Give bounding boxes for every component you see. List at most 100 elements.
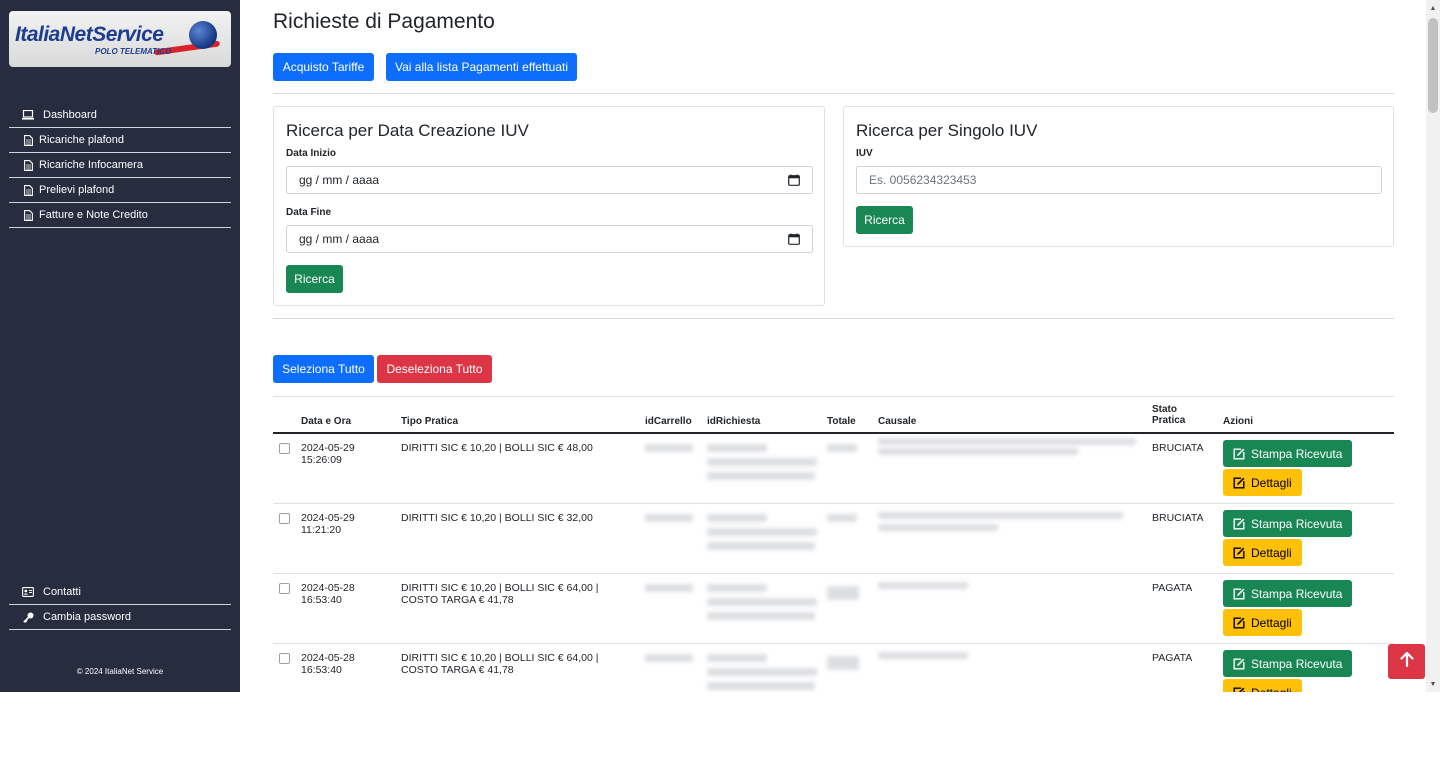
redacted-total	[827, 514, 857, 522]
print-receipt-label: Stampa Ricevuta	[1251, 656, 1343, 671]
table-row: 2024-05-28 16:53:40 DIRITTI SIC € 10,20 |…	[273, 644, 1394, 692]
row-datetime: 2024-05-29 15:26:09	[301, 442, 355, 466]
lista-pagamenti-button[interactable]: Vai alla lista Pagamenti effettuati	[386, 53, 577, 81]
app-viewport: ItaliaNetService POLO TELEMATICO Dashboa…	[0, 0, 1440, 692]
brand-tagline: POLO TELEMATICO	[95, 47, 172, 56]
sidebar-item-label: Cambia password	[43, 611, 132, 623]
sidebar-item-fatture[interactable]: Fatture e Note Credito	[9, 203, 231, 228]
header-status-line1: Stato	[1152, 404, 1177, 415]
scroll-down-arrow-icon[interactable]: ▼	[1426, 676, 1440, 692]
print-receipt-button[interactable]: Stampa Ricevuta	[1223, 440, 1353, 467]
iuv-placeholder: Es. 0056234323453	[869, 173, 977, 187]
edit-icon	[1233, 617, 1245, 629]
divider	[273, 93, 1394, 94]
sidebar-item-cambia-password[interactable]: Cambia password	[9, 605, 231, 630]
sidebar-item-dashboard[interactable]: Dashboard	[9, 103, 231, 128]
iuv-search-title: Ricerca per Singolo IUV	[856, 121, 1038, 140]
print-receipt-button[interactable]: Stampa Ricevuta	[1223, 580, 1353, 607]
row-status: BRUCIATA	[1152, 512, 1204, 524]
edit-icon	[1233, 547, 1245, 559]
sidebar-bottom-nav: Contatti Cambia password	[9, 580, 231, 630]
acquisto-tariffe-button[interactable]: Acquisto Tariffe	[273, 53, 374, 81]
iuv-search-card: Ricerca per Singolo IUV IUV Es. 00562343…	[843, 106, 1394, 247]
vertical-scrollbar[interactable]: ▲ ▼	[1426, 0, 1440, 692]
print-receipt-label: Stampa Ricevuta	[1251, 446, 1343, 461]
iuv-label: IUV	[856, 148, 873, 159]
scrollbar-thumb[interactable]	[1428, 18, 1438, 113]
row-checkbox[interactable]	[279, 653, 290, 664]
sidebar-item-label: Ricariche plafond	[39, 134, 124, 146]
laptop-icon	[21, 110, 35, 120]
header-request: idRichiesta	[707, 416, 761, 427]
deselect-all-button[interactable]: Deseleziona Tutto	[377, 355, 492, 383]
row-status: BRUCIATA	[1152, 442, 1204, 454]
row-type: DIRITTI SIC € 10,20 | BOLLI SIC € 48,00	[401, 442, 593, 454]
edit-icon	[1233, 658, 1245, 670]
redacted-request	[707, 444, 767, 452]
details-button[interactable]: Dettagli	[1223, 609, 1302, 636]
calendar-icon[interactable]	[788, 233, 800, 248]
calendar-icon[interactable]	[788, 174, 800, 189]
start-date-input[interactable]: gg / mm / aaaa	[286, 166, 813, 194]
row-datetime: 2024-05-28 16:53:40	[301, 652, 355, 676]
row-datetime: 2024-05-29 11:21:20	[301, 512, 355, 536]
start-date-value: gg / mm / aaaa	[299, 173, 380, 187]
date-search-button[interactable]: Ricerca	[286, 265, 343, 293]
details-button[interactable]: Dettagli	[1223, 539, 1302, 566]
details-button[interactable]: Dettagli	[1223, 679, 1302, 692]
row-type: DIRITTI SIC € 10,20 | BOLLI SIC € 64,00 …	[401, 652, 599, 676]
brand-logo[interactable]: ItaliaNetService POLO TELEMATICO	[9, 11, 231, 67]
header-total: Totale	[827, 416, 856, 427]
document-icon	[21, 159, 35, 171]
details-button[interactable]: Dettagli	[1223, 469, 1302, 496]
end-date-label: Data Fine	[286, 207, 332, 218]
date-search-title: Ricerca per Data Creazione IUV	[286, 121, 529, 140]
sidebar-item-ricariche-infocamera[interactable]: Ricariche Infocamera	[9, 153, 231, 178]
sidebar-item-ricariche-plafond[interactable]: Ricariche plafond	[9, 128, 231, 153]
redacted-reason	[878, 582, 968, 589]
date-search-card: Ricerca per Data Creazione IUV Data Iniz…	[273, 106, 825, 306]
end-date-input[interactable]: gg / mm / aaaa	[286, 225, 813, 253]
back-to-top-button[interactable]	[1388, 644, 1425, 679]
row-type: DIRITTI SIC € 10,20 | BOLLI SIC € 64,00 …	[401, 582, 599, 606]
row-checkbox[interactable]	[279, 443, 290, 454]
logo-globe-icon	[189, 21, 217, 49]
key-icon	[21, 612, 35, 623]
iuv-search-button[interactable]: Ricerca	[856, 206, 913, 234]
table-row: 2024-05-29 15:26:09 DIRITTI SIC € 10,20 |…	[273, 434, 1394, 504]
header-status-line2: Pratica	[1152, 415, 1186, 426]
document-icon	[21, 184, 35, 196]
redacted-total	[827, 586, 859, 600]
redacted-reason	[878, 512, 1123, 519]
row-checkbox[interactable]	[279, 513, 290, 524]
row-checkbox[interactable]	[279, 583, 290, 594]
redacted-request	[707, 598, 817, 606]
divider	[273, 318, 1394, 319]
sidebar-item-prelievi-plafond[interactable]: Prelievi plafond	[9, 178, 231, 203]
header-actions: Azioni	[1223, 416, 1253, 427]
print-receipt-button[interactable]: Stampa Ricevuta	[1223, 650, 1353, 677]
start-date-label: Data Inizio	[286, 148, 337, 159]
redacted-request	[707, 654, 767, 662]
edit-icon	[1233, 477, 1245, 489]
scroll-up-arrow-icon[interactable]: ▲	[1426, 0, 1440, 16]
row-status: PAGATA	[1152, 582, 1193, 594]
redacted-request	[707, 584, 767, 592]
header-reason: Causale	[878, 416, 917, 427]
sidebar-item-label: Fatture e Note Credito	[39, 209, 148, 221]
header-date: Data e Ora	[301, 416, 352, 427]
print-receipt-button[interactable]: Stampa Ricevuta	[1223, 510, 1353, 537]
sidebar-item-label: Prelievi plafond	[39, 184, 115, 196]
redacted-reason	[878, 438, 1136, 445]
redacted-request	[707, 472, 815, 480]
header-type: Tipo Pratica	[401, 416, 459, 427]
redacted-reason	[878, 524, 998, 531]
print-receipt-label: Stampa Ricevuta	[1251, 516, 1343, 531]
iuv-input[interactable]: Es. 0056234323453	[856, 166, 1382, 194]
redacted-total	[827, 656, 859, 670]
sidebar-item-contatti[interactable]: Contatti	[9, 580, 231, 605]
row-type: DIRITTI SIC € 10,20 | BOLLI SIC € 32,00	[401, 512, 593, 524]
contact-card-icon	[21, 587, 35, 597]
sidebar-nav: Dashboard Ricariche plafond Ricariche In…	[9, 103, 231, 228]
select-all-button[interactable]: Seleziona Tutto	[273, 355, 374, 383]
